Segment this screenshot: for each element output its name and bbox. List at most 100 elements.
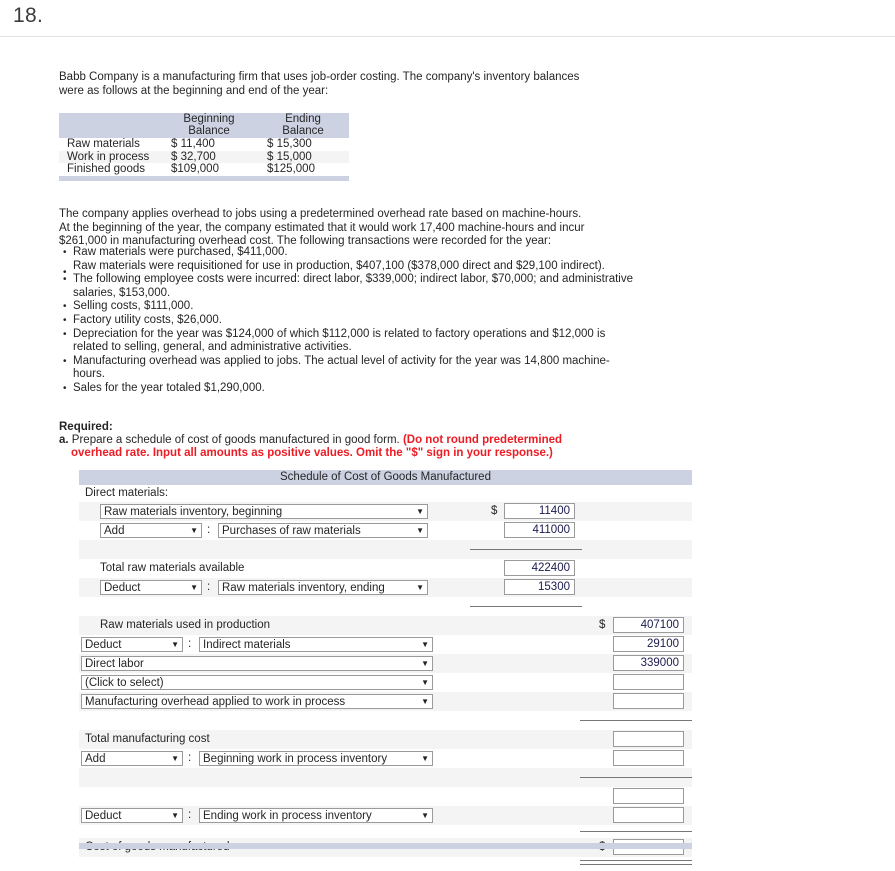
amount-input-raw-materials-beginning[interactable]: 11400: [504, 503, 575, 519]
select-value: Add: [85, 753, 106, 765]
amount-input-raw-materials-ending[interactable]: 15300: [504, 579, 575, 595]
colon-separator: :: [188, 809, 192, 821]
select-value: Direct labor: [85, 658, 144, 670]
amount-input-click-to-select[interactable]: [613, 674, 684, 690]
chevron-down-icon: ▼: [171, 754, 179, 763]
row-click-to-select: (Click to select) ▼: [79, 673, 692, 692]
amount-input-purchases-of-raw-materials[interactable]: 411000: [504, 522, 575, 538]
amount-input-raw-materials-used[interactable]: 407100: [613, 617, 684, 633]
chevron-down-icon: ▼: [416, 507, 424, 516]
chevron-down-icon: ▼: [190, 526, 198, 535]
row-beginning-wip: Add ▼ : Beginning work in process invent…: [79, 749, 692, 768]
required-note-line2: overhead rate. Input all amounts as posi…: [71, 447, 553, 459]
required-item-a-line1: a. Prepare a schedule of cost of goods m…: [59, 434, 619, 447]
select-value: Manufacturing overhead applied to work i…: [85, 696, 346, 708]
select-value: Indirect materials: [203, 639, 291, 651]
schedule-title: Schedule of Cost of Goods Manufactured: [79, 470, 692, 485]
operation-select-deduct-ending-rm[interactable]: Deduct ▼: [100, 580, 202, 595]
row-manufacturing-overhead-applied: Manufacturing overhead applied to work i…: [79, 692, 692, 711]
balance-row-beginning: $ 11,400: [171, 138, 215, 150]
schedule-of-cogm-form: Schedule of Cost of Goods Manufactured D…: [79, 470, 692, 871]
amount-input-total-manufacturing-cost[interactable]: [613, 731, 684, 747]
dollar-sign: $: [599, 619, 606, 631]
colon-separator: :: [207, 524, 211, 536]
chevron-down-icon: ▼: [416, 583, 424, 592]
select-value: Add: [104, 525, 125, 537]
account-select-raw-materials-beginning[interactable]: Raw materials inventory, beginning ▼: [100, 504, 428, 519]
row-direct-materials-label: Direct materials:: [79, 485, 692, 502]
select-value: Ending work in process inventory: [203, 810, 372, 822]
account-select-indirect-materials[interactable]: Indirect materials ▼: [199, 637, 433, 652]
amount-input-subtotal-blank[interactable]: [613, 788, 684, 804]
direct-materials-label: Direct materials:: [85, 487, 169, 499]
account-select-direct-labor[interactable]: Direct labor ▼: [81, 656, 433, 671]
select-value: Deduct: [85, 810, 122, 822]
colon-separator: :: [188, 638, 192, 650]
inventory-balance-table: Beginning Balance Ending Balance Raw mat…: [59, 113, 349, 181]
list-item: Depreciation for the year was $124,000 o…: [59, 328, 634, 355]
list-item: Selling costs, $111,000.: [59, 300, 634, 314]
chevron-down-icon: ▼: [171, 811, 179, 820]
amount-input-ending-wip[interactable]: [613, 807, 684, 823]
input-value: 29100: [647, 638, 679, 650]
table-row: Raw materials $ 11,400 $ 15,300: [59, 138, 349, 151]
account-select-raw-materials-ending[interactable]: Raw materials inventory, ending ▼: [218, 580, 428, 595]
amount-input-beginning-wip[interactable]: [613, 750, 684, 766]
amount-input-total-raw-materials-available[interactable]: 422400: [504, 560, 575, 576]
account-select-beginning-wip[interactable]: Beginning work in process inventory ▼: [199, 751, 433, 766]
chevron-down-icon: ▼: [416, 526, 424, 535]
table-row: Work in process $ 32,700 $ 15,000: [59, 150, 349, 163]
subtotal-rule: [580, 720, 692, 721]
amount-input-manufacturing-overhead-applied[interactable]: [613, 693, 684, 709]
colon-separator: :: [207, 581, 211, 593]
required-heading: Required:: [59, 421, 113, 433]
operation-select-deduct-ending-wip[interactable]: Deduct ▼: [81, 808, 183, 823]
row-ending-wip: Deduct ▼ : Ending work in process invent…: [79, 806, 692, 825]
list-item: Sales for the year totaled $1,290,000.: [59, 382, 634, 396]
row-subtotal-rule-3: [79, 711, 692, 730]
select-value: Deduct: [85, 639, 122, 651]
total-manufacturing-cost-label: Total manufacturing cost: [85, 733, 210, 745]
chevron-down-icon: ▼: [421, 678, 429, 687]
chevron-down-icon: ▼: [171, 640, 179, 649]
row-total-manufacturing-cost: Total manufacturing cost: [79, 730, 692, 749]
operation-select-add-beginning-wip[interactable]: Add ▼: [81, 751, 183, 766]
account-select-ending-wip[interactable]: Ending work in process inventory ▼: [199, 808, 433, 823]
amount-input-direct-labor[interactable]: 339000: [613, 655, 684, 671]
operation-select-add-purchases[interactable]: Add ▼: [100, 523, 202, 538]
total-raw-materials-available-label: Total raw materials available: [100, 562, 245, 574]
table-row: Finished goods $109,000 $125,000: [59, 163, 349, 176]
row-subtotal-blank: [79, 787, 692, 806]
problem-intro: Babb Company is a manufacturing firm tha…: [59, 71, 639, 98]
required-item-text: Prepare a schedule of cost of goods manu…: [71, 434, 400, 446]
balance-row-ending: $125,000: [267, 163, 315, 175]
input-value: 407100: [640, 619, 679, 631]
account-select-manufacturing-overhead-applied[interactable]: Manufacturing overhead applied to work i…: [81, 694, 433, 709]
subtotal-rule: [580, 777, 692, 778]
balance-row-beginning: $109,000: [171, 163, 219, 175]
row-indirect-materials: Deduct ▼ : Indirect materials ▼ 29100: [79, 635, 692, 654]
question-number: 18.: [13, 4, 44, 27]
row-subtotal-rule-1: [79, 540, 692, 559]
intro-line-1: Babb Company is a manufacturing firm tha…: [59, 71, 580, 83]
page-root: 18. Babb Company is a manufacturing firm…: [0, 0, 895, 871]
subtotal-rule: [470, 606, 582, 607]
input-value: 411000: [532, 524, 570, 536]
select-value: Raw materials inventory, ending: [222, 582, 385, 594]
para2-line-1: The company applies overhead to jobs usi…: [59, 208, 582, 220]
select-value: Purchases of raw materials: [222, 525, 361, 537]
balance-row-ending: $ 15,300: [267, 138, 312, 150]
input-value: 339000: [640, 657, 679, 669]
amount-input-indirect-materials[interactable]: 29100: [613, 636, 684, 652]
row-subtotal-rule-5: [79, 825, 692, 838]
account-select-purchases-of-raw-materials[interactable]: Purchases of raw materials ▼: [218, 523, 428, 538]
input-value: 422400: [531, 562, 570, 574]
account-select-empty[interactable]: (Click to select) ▼: [81, 675, 433, 690]
row-subtotal-rule-4: [79, 768, 692, 787]
row-subtotal-rule-2: [79, 597, 692, 616]
row-purchases-of-raw-materials: Add ▼ : Purchases of raw materials ▼ 411…: [79, 521, 692, 540]
list-item: Raw materials were requisitioned for use…: [59, 260, 634, 279]
top-bar: 18.: [0, 0, 895, 37]
operation-select-deduct-indirect-materials[interactable]: Deduct ▼: [81, 637, 183, 652]
select-value: Deduct: [104, 582, 141, 594]
